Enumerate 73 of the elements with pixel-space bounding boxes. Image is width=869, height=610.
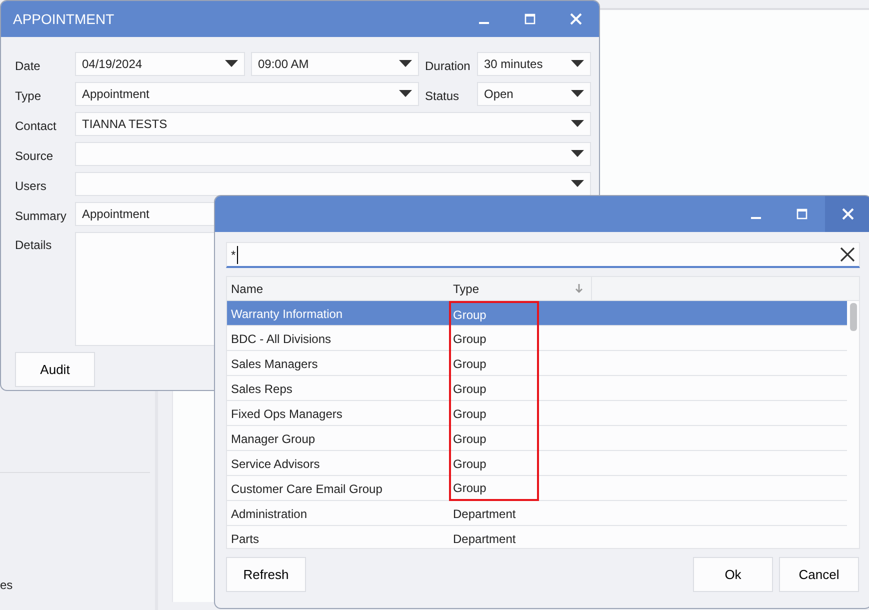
scrollbar-thumb[interactable] [850,303,857,331]
audit-button[interactable]: Audit [15,352,95,387]
close-button[interactable] [825,196,869,232]
field-label: Status [425,88,460,105]
dropdown-caret-icon [225,60,238,68]
status-dropdown[interactable]: Open [477,82,591,106]
side-label: es [0,577,13,594]
table-cell: Group [449,326,539,351]
table-cell: Group [449,376,539,401]
close-icon [842,208,854,220]
grid-row[interactable]: Customer Care Email Group Group [227,476,847,501]
dropdown-caret-icon [571,150,584,158]
duration-dropdown[interactable]: 30 minutes [477,52,591,76]
table-cell: Group [449,301,539,326]
dropdown-caret-icon [571,60,584,68]
sort-arrow-icon [575,284,583,293]
table-cell-text: BDC - All Divisions [230,330,332,348]
table-cell-text: Department [452,530,517,548]
dropdown-caret-icon [571,90,584,98]
clear-icon[interactable] [840,247,855,262]
dropdown-caret-icon [399,90,412,98]
refresh-button[interactable]: Refresh [226,557,306,592]
minimize-icon [751,217,761,219]
grid-row[interactable]: Parts Department [227,526,847,548]
field-label: Summary [15,208,68,225]
contact-dropdown[interactable]: TIANNA TESTS [75,112,591,136]
field-label: Source [15,148,54,165]
dropdown-caret-icon [571,180,584,188]
column-header[interactable]: Type [449,277,592,300]
table-cell: Group [449,451,539,476]
type-dropdown[interactable]: Appointment [75,82,419,106]
table-cell-text: Warranty Information [230,306,344,322]
field-label: Duration [425,58,471,75]
time-dropdown[interactable]: 09:00 AM [251,52,419,76]
table-cell: Group [449,476,539,501]
table-cell-text: Administration [230,506,308,522]
field-label: Date [15,58,42,75]
table-cell-text: Fixed Ops Managers [230,406,344,422]
maximize-icon [796,208,808,220]
field-label: Details [15,237,53,254]
maximize-icon [524,13,536,25]
table-cell-text: Department [452,506,517,522]
users-dropdown[interactable] [75,172,591,196]
date-dropdown[interactable]: 04/19/2024 [75,52,245,76]
grid-row[interactable]: Sales Managers Group [227,351,847,376]
table-cell-text: Parts [230,530,260,548]
dropdown-caret-icon [399,60,412,68]
grid-row[interactable]: Administration Department [227,501,847,526]
table-cell-text: Customer Care Email Group [230,480,384,498]
table-cell-text: Sales Reps [230,380,294,398]
table-cell: Group [449,401,539,426]
minimize-icon [479,22,489,24]
field-label: Users [15,178,48,195]
ok-button[interactable]: Ok [693,557,773,592]
table-cell: Group [449,351,539,376]
grid-row[interactable]: Sales Reps Group [227,376,847,401]
grid-row[interactable]: Fixed Ops Managers Group [227,401,847,426]
dropdown-caret-icon [571,120,584,128]
table-cell: Group [449,426,539,451]
grid-row[interactable]: Service Advisors Group [227,451,847,476]
column-header[interactable]: Name [227,280,449,298]
grid-row[interactable]: Warranty Information Group [227,301,847,326]
field-label: Contact [15,118,58,135]
table-cell-text: Service Advisors [230,456,321,472]
grid-row[interactable]: Manager Group Group [227,426,847,451]
grid-row[interactable]: BDC - All Divisions Group [227,326,847,351]
table-cell-text: Sales Managers [230,356,319,372]
table-cell-text: Manager Group [230,430,316,448]
close-icon [570,13,582,25]
search-field[interactable]: * [226,242,860,268]
field-label: Type [15,88,42,105]
cancel-button[interactable]: Cancel [779,557,859,592]
window-title: APPOINTMENT [12,10,116,28]
